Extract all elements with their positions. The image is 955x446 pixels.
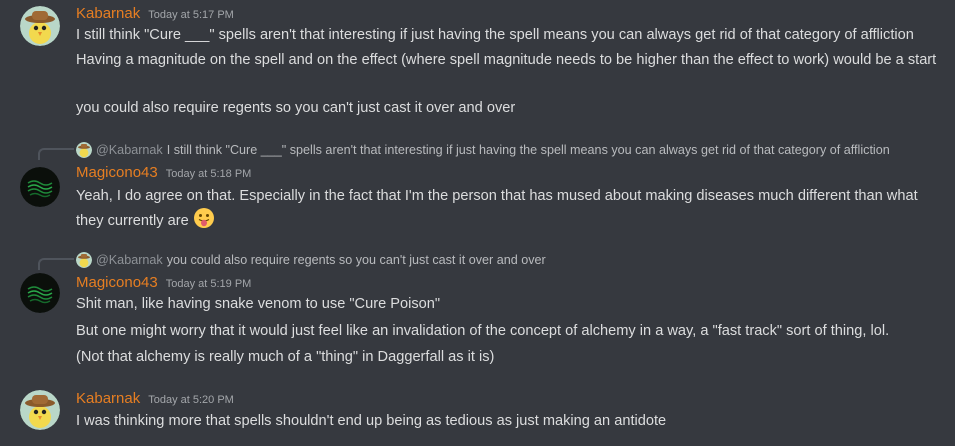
username[interactable]: Magicono43 [76,164,158,181]
reply-reference[interactable]: @Kabarnak I still think "Cure ___" spell… [76,141,890,159]
message-text: Shit man, like having snake venom to use… [76,296,441,312]
reply-spine [38,148,74,160]
dark-pattern-avatar-icon [20,273,60,313]
message-header: Magicono43 Today at 5:18 PM [76,164,251,186]
reply-text[interactable]: I still think "Cure ___" spells aren't t… [167,143,890,157]
cowboy-bird-avatar-icon [76,252,92,268]
chat-messages: Kabarnak Today at 5:17 PM I still think "… [0,0,955,446]
message-text: you could also require regents so you ca… [76,100,516,116]
cowboy-bird-avatar-icon [20,6,60,46]
message-header: Kabarnak Today at 5:20 PM [76,390,234,412]
timestamp: Today at 5:18 PM [165,168,252,180]
dark-pattern-avatar-icon [20,167,60,207]
username[interactable]: Kabarnak [76,5,140,22]
username[interactable]: Magicono43 [76,274,158,291]
timestamp: Today at 5:19 PM [165,278,252,290]
reply-mention[interactable]: @Kabarnak [96,253,163,267]
tongue-out-emoji-icon[interactable] [193,207,215,236]
reply-mention[interactable]: @Kabarnak [96,143,163,157]
reply-avatar [76,142,92,158]
timestamp: Today at 5:17 PM [148,9,234,21]
reply-spine [38,258,74,270]
username[interactable]: Kabarnak [76,390,140,407]
message-text: Yeah, I do agree on that. Especially in … [76,185,946,236]
cowboy-bird-avatar-icon [20,390,60,430]
message-text: But one might worry that it would just f… [76,323,890,339]
reply-avatar [76,252,92,268]
timestamp: Today at 5:20 PM [148,394,234,406]
avatar[interactable] [20,273,60,313]
avatar[interactable] [20,167,60,207]
reply-text[interactable]: you could also require regents so you ca… [167,253,546,267]
message-text: I was thinking more that spells shouldn'… [76,413,667,429]
avatar[interactable] [20,390,60,430]
cowboy-bird-avatar-icon [76,142,92,158]
message-text: Having a magnitude on the spell and on t… [76,52,937,68]
message-text: I still think "Cure ___" spells aren't t… [76,27,914,43]
message-text: (Not that alchemy is really much of a "t… [76,349,495,365]
reply-reference[interactable]: @Kabarnak you could also require regents… [76,251,546,269]
avatar[interactable] [20,6,60,46]
